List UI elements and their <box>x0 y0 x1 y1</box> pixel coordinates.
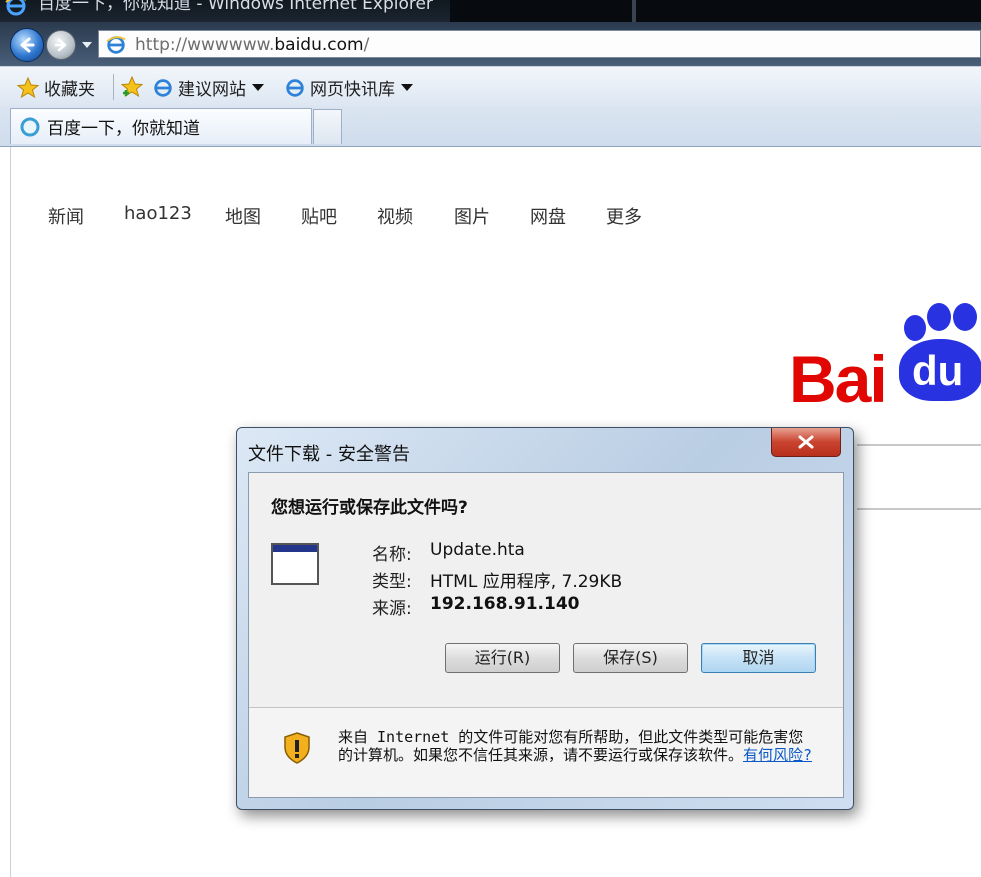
arrow-right-icon <box>54 38 67 52</box>
web-slice-gallery-label: 网页快讯库 <box>310 80 395 100</box>
page-ie-icon <box>105 34 127 60</box>
type-label: 类型: <box>372 572 412 592</box>
logo-text: Bai <box>789 342 888 416</box>
ie-logo-icon <box>4 0 28 20</box>
star-add-icon <box>120 75 144 98</box>
recent-pages-dropdown[interactable] <box>82 42 92 48</box>
favorites-label: 收藏夹 <box>44 80 95 100</box>
back-button[interactable] <box>10 28 44 62</box>
close-icon <box>798 435 814 449</box>
security-warning-area: 来自 Internet 的文件可能对您有所帮助，但此文件类型可能危害您的计算机。… <box>249 708 843 797</box>
close-button[interactable] <box>771 428 841 457</box>
suggested-sites-label: 建议网站 <box>178 80 246 100</box>
titlebar-background <box>450 0 981 22</box>
run-button[interactable]: 运行(R) <box>445 643 560 673</box>
nav-link-pan[interactable]: 网盘 <box>530 203 566 229</box>
nav-link-hao123[interactable]: hao123 <box>124 203 192 224</box>
file-download-dialog: 文件下载 - 安全警告 您想运行或保存此文件吗? 名称: Update.hta … <box>236 427 854 810</box>
name-label: 名称: <box>372 545 412 565</box>
forward-button[interactable] <box>46 30 76 60</box>
window-title: 百度一下，你就知道 - Windows Internet Explorer <box>38 0 433 14</box>
favorites-button[interactable]: 收藏夹 <box>16 75 95 100</box>
window-titlebar: 百度一下，你就知道 - Windows Internet Explorer <box>0 0 981 22</box>
dialog-question: 您想运行或保存此文件吗? <box>271 498 468 518</box>
security-warning-text: 来自 Internet 的文件可能对您有所帮助，但此文件类型可能危害您的计算机。… <box>338 728 813 764</box>
risk-info-link[interactable]: 有何风险? <box>743 746 812 764</box>
add-to-favorites-button[interactable] <box>120 75 144 99</box>
file-source: 192.168.91.140 <box>430 594 580 614</box>
nav-link-video[interactable]: 视频 <box>377 203 413 229</box>
nav-link-more[interactable]: 更多 <box>606 203 642 229</box>
nav-link-tieba[interactable]: 贴吧 <box>301 203 337 229</box>
source-label: 来源: <box>372 599 412 619</box>
application-file-icon <box>271 543 319 585</box>
ie-page-icon <box>286 78 304 97</box>
suggested-sites-link[interactable]: 建议网站 <box>152 75 264 100</box>
titlebar-glint <box>632 0 636 22</box>
tab-title: 百度一下，你就知道 <box>47 119 200 139</box>
tab-baidu[interactable]: 百度一下，你就知道 <box>10 108 312 144</box>
nav-link-images[interactable]: 图片 <box>454 203 490 229</box>
file-name: Update.hta <box>430 540 525 560</box>
dialog-body: 您想运行或保存此文件吗? 名称: Update.hta 类型: HTML 应用程… <box>248 472 844 798</box>
dialog-title: 文件下载 - 安全警告 <box>248 444 410 465</box>
security-shield-icon <box>283 732 311 768</box>
arrow-left-icon <box>20 37 35 53</box>
nav-link-map[interactable]: 地图 <box>225 203 261 229</box>
cancel-button[interactable]: 取消 <box>701 643 816 673</box>
chevron-down-icon <box>401 84 413 91</box>
save-button[interactable]: 保存(S) <box>573 643 688 673</box>
nav-link-news[interactable]: 新闻 <box>48 203 84 229</box>
favorites-bar: 收藏夹 建议网站 网页快讯库 <box>0 66 981 107</box>
paw-toe <box>953 303 977 331</box>
new-tab-button[interactable] <box>313 109 342 144</box>
web-slice-gallery-link[interactable]: 网页快讯库 <box>284 75 413 100</box>
ie-page-icon <box>154 78 172 97</box>
chevron-down-icon <box>252 84 264 91</box>
paw-text: du <box>912 347 964 394</box>
file-type: HTML 应用程序, 7.29KB <box>430 572 623 592</box>
address-url[interactable]: http://wwwwww.baidu.com/ <box>135 35 369 55</box>
favorites-separator <box>113 74 114 100</box>
address-bar[interactable]: http://wwwwww.baidu.com/ <box>98 30 981 58</box>
navigation-bar: http://wwwwww.baidu.com/ <box>0 22 981 66</box>
star-icon <box>16 76 40 98</box>
search-box-top-border <box>857 444 981 446</box>
search-box-bottom-border <box>857 508 981 510</box>
paw-toe <box>927 303 951 331</box>
paw-toe <box>904 315 926 341</box>
tab-bar: 百度一下，你就知道 <box>0 106 981 147</box>
loading-icon <box>20 117 40 136</box>
